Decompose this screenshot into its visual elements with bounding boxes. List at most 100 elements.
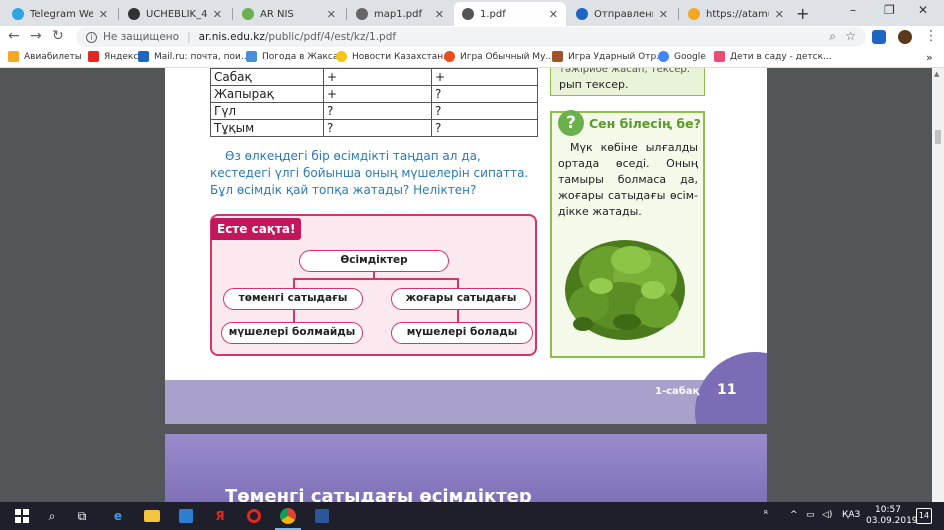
ar-nis-icon xyxy=(242,8,254,20)
toolbar: ← → ↻ i Не защищено | ar.nis.edu.kz /pub… xyxy=(0,26,944,48)
word-icon[interactable] xyxy=(312,506,332,526)
scroll-up-icon[interactable]: ▲ xyxy=(934,70,939,78)
close-tab-icon[interactable]: ✕ xyxy=(549,8,558,21)
close-tab-icon[interactable]: ✕ xyxy=(435,8,444,21)
minimize-button[interactable]: – xyxy=(850,3,856,17)
tray-expand-icon[interactable]: ^ xyxy=(790,510,798,520)
table-row: Жапырақ + ? xyxy=(210,85,538,103)
opera-icon[interactable] xyxy=(244,506,264,526)
edge-icon[interactable]: e xyxy=(108,506,128,526)
tab-title: Telegram Web xyxy=(30,8,93,20)
table-cell: ? xyxy=(431,85,538,103)
node-has-organs: мүшелері болады xyxy=(391,322,533,344)
tab-bar: Telegram Web ✕ UCHEBLIK_4 кл_К ✕ AR NIS … xyxy=(0,0,944,26)
close-tab-icon[interactable]: ✕ xyxy=(213,8,222,21)
divider: | xyxy=(187,31,191,43)
bookmark-item[interactable]: Google xyxy=(658,51,706,62)
scrollbar[interactable]: ▲ xyxy=(932,68,944,502)
tab-ar-nis[interactable]: AR NIS ✕ xyxy=(234,2,344,26)
pdf-viewer[interactable]: Сабақ + + Жапырақ + ? Гүл ? ? Тұқым ? ? … xyxy=(0,68,944,502)
weather-icon xyxy=(246,51,257,62)
table-cell: ? xyxy=(431,119,538,137)
tab-ucheblik[interactable]: UCHEBLIK_4 кл_К ✕ xyxy=(120,2,230,26)
maximize-button[interactable]: ❐ xyxy=(884,3,895,17)
tab-telegram[interactable]: Telegram Web ✕ xyxy=(4,2,116,26)
tab-atamura[interactable]: https://atamuraw ✕ xyxy=(680,2,792,26)
tab-title: AR NIS xyxy=(260,8,294,20)
close-tab-icon[interactable]: ✕ xyxy=(775,8,784,21)
menu-icon[interactable]: ⋮ xyxy=(924,28,938,44)
close-window-button[interactable]: ✕ xyxy=(918,3,928,17)
pdf-page-11: Сабақ + + Жапырақ + ? Гүл ? ? Тұқым ? ? … xyxy=(165,68,767,424)
yandex-browser-icon[interactable]: Я xyxy=(210,506,230,526)
task-instruction: Өз өлкеңдегі бір өсімдікті таңдап ал да,… xyxy=(210,149,529,197)
lesson-label: 1-сабақ xyxy=(655,386,700,397)
tab-title: 1.pdf xyxy=(480,8,506,20)
next-page-title: Төменгі сатыдағы өсімдіктер xyxy=(225,486,532,502)
game-icon xyxy=(552,51,563,62)
info-icon[interactable]: i xyxy=(86,31,97,43)
windows-start-icon[interactable] xyxy=(12,506,32,526)
volume-icon[interactable]: ◁) xyxy=(822,510,832,520)
organs-table: Сабақ + + Жапырақ + ? Гүл ? ? Тұқым ? ? xyxy=(210,68,538,137)
node-no-organs: мүшелері болмайды xyxy=(221,322,363,344)
address-bar[interactable]: i Не защищено | ar.nis.edu.kz /public/pd… xyxy=(76,27,866,47)
scroll-thumb[interactable] xyxy=(935,130,941,144)
store-icon[interactable] xyxy=(176,506,196,526)
table-cell: + xyxy=(323,85,432,103)
bookmark-star-icon[interactable]: ☆ xyxy=(845,29,856,43)
mail-icon xyxy=(138,51,149,62)
tip-box: тәжірибе жасап, тексер. рып тексер. xyxy=(550,68,705,96)
github-icon xyxy=(128,8,140,20)
clock[interactable]: 10:57 03.09.2019 xyxy=(866,505,918,527)
page-number: 11 xyxy=(717,382,737,398)
battery-icon[interactable]: ▭ xyxy=(806,510,815,520)
tab-1-pdf[interactable]: 1.pdf ✕ xyxy=(454,2,566,26)
telegram-icon xyxy=(12,8,24,20)
tray-person-icon[interactable]: ᴿ xyxy=(764,510,768,520)
file-explorer-icon[interactable] xyxy=(142,506,162,526)
tab-title: UCHEBLIK_4 кл_К xyxy=(146,8,207,20)
search-icon[interactable]: ⌕ xyxy=(42,506,62,526)
table-row: Сабақ + + xyxy=(210,68,538,86)
node-higher-plants: жоғары сатыдағы xyxy=(391,288,531,310)
table-cell: Гүл xyxy=(210,102,324,120)
kids-icon xyxy=(714,51,725,62)
atamura-icon xyxy=(688,8,700,20)
back-icon[interactable]: ← xyxy=(8,28,20,44)
globe-icon xyxy=(356,8,368,20)
close-tab-icon[interactable]: ✕ xyxy=(659,8,668,21)
bookmark-item[interactable]: Погода в Жаксах xyxy=(246,51,344,62)
notifications-icon[interactable]: 14 xyxy=(916,508,932,524)
bookmark-item[interactable]: Яндекс xyxy=(88,51,138,62)
extension-cart-icon[interactable] xyxy=(872,30,886,44)
forward-icon[interactable]: → xyxy=(30,28,42,44)
zoom-icon[interactable]: ⌕ xyxy=(829,29,836,44)
mail-icon xyxy=(576,8,588,20)
did-you-know-text: Мүк көбіне ылғалды ортада өседі. Оның та… xyxy=(558,141,698,218)
task-view-icon[interactable]: ⧉ xyxy=(72,506,92,526)
chrome-icon[interactable] xyxy=(278,506,298,526)
tip-text: рып тексер. xyxy=(559,78,629,91)
bookmark-item[interactable]: Игра Ударный Отр... xyxy=(552,51,665,62)
new-tab-button[interactable]: + xyxy=(796,4,809,23)
bookmark-item[interactable]: Новости Казахстан... xyxy=(336,51,452,62)
bookmark-item[interactable]: Дети в саду - детск... xyxy=(714,51,832,62)
bookmarks-bar: Авиабилеты Яндекс Mail.ru: почта, пои...… xyxy=(0,48,944,68)
bookmark-item[interactable]: Игра Обычный Му... xyxy=(444,51,554,62)
bookmark-item[interactable]: Авиабилеты xyxy=(8,51,82,62)
language-indicator[interactable]: ҚАЗ xyxy=(842,510,860,520)
table-cell: + xyxy=(323,68,432,86)
close-tab-icon[interactable]: ✕ xyxy=(327,8,336,21)
profile-avatar[interactable] xyxy=(898,30,912,44)
tab-map1-pdf[interactable]: map1.pdf ✕ xyxy=(348,2,452,26)
globe-icon xyxy=(462,8,474,20)
reload-icon[interactable]: ↻ xyxy=(52,28,64,44)
close-tab-icon[interactable]: ✕ xyxy=(99,8,108,21)
did-you-know-title: Сен білесің бе? xyxy=(589,116,701,131)
bookmark-item[interactable]: Mail.ru: почта, пои... xyxy=(138,51,249,62)
tab-sent-mail[interactable]: Отправленные - ✕ xyxy=(568,2,676,26)
node-plants: Өсімдіктер xyxy=(299,250,449,272)
more-bookmarks-icon[interactable]: » xyxy=(926,51,933,64)
table-row: Тұқым ? ? xyxy=(210,119,538,137)
